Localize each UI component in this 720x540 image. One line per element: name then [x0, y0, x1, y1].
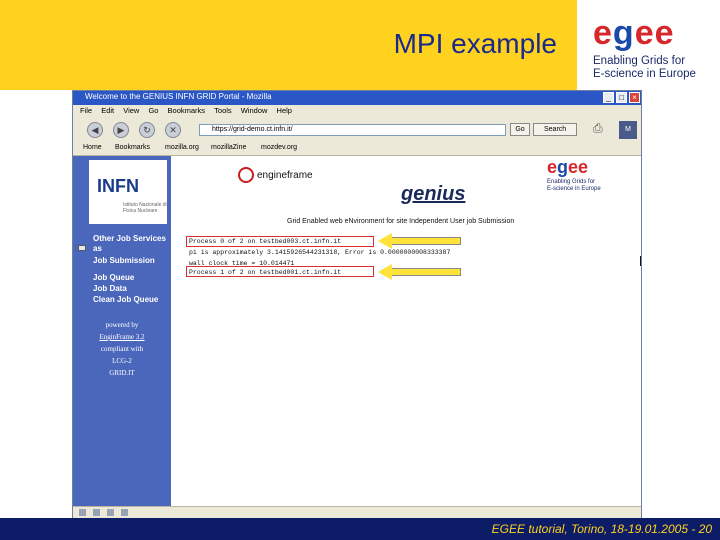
window-title: Welcome to the GENIUS INFN GRID Portal -…	[85, 92, 272, 101]
slide-footer: EGEE tutorial, Torino, 18-19.01.2005 - 2…	[0, 518, 720, 540]
highlight-box	[186, 266, 374, 277]
bookmark-home[interactable]: Home	[83, 144, 102, 151]
reload-icon[interactable]: ↻	[139, 122, 155, 138]
maximize-button[interactable]: □	[616, 92, 627, 103]
highlight-box	[186, 236, 374, 247]
menu-view[interactable]: View	[123, 105, 139, 117]
back-arrow-icon[interactable]: ◀	[87, 122, 103, 138]
menu-bar: File Edit View Go Bookmarks Tools Window…	[73, 105, 641, 117]
text-cursor	[640, 256, 641, 266]
menu-bookmarks[interactable]: Bookmarks	[168, 105, 206, 117]
bookmark-mozdev-org[interactable]: mozdev.org	[261, 144, 297, 151]
status-icon	[79, 509, 86, 516]
powered-by: powered by	[105, 321, 139, 329]
output-line: pi is approximately 3.1415926544231318, …	[189, 249, 451, 256]
genius-logo[interactable]: genius	[401, 183, 465, 206]
portal-subtitle: Grid Enabled web eNvironment for site In…	[287, 218, 515, 225]
go-button[interactable]: Go	[510, 123, 530, 136]
lcg2-label: LCG-2	[112, 357, 132, 365]
bookmark-mozillazine[interactable]: mozillaZine	[211, 144, 246, 151]
egee-tagline: Enabling Grids for E-science in Europe	[593, 55, 696, 80]
menu-other-job-services[interactable]: Other Job Services	[93, 234, 166, 243]
status-icon	[121, 509, 128, 516]
menu-edit[interactable]: Edit	[101, 105, 114, 117]
bookmarks-toolbar: Home Bookmarks mozilla.org mozillaZine m…	[73, 143, 641, 156]
enginframe-link[interactable]: EnginFrame 3.2	[73, 333, 171, 341]
status-bar	[73, 506, 641, 518]
menu-as[interactable]: as	[93, 244, 102, 253]
browser-window: Welcome to the GENIUS INFN GRID Portal -…	[72, 90, 642, 518]
search-button[interactable]: Search	[533, 123, 577, 136]
arrow-pointer	[391, 237, 461, 245]
enginframe-logo-text: engineframe	[257, 170, 313, 181]
menu-job-submission[interactable]: Job Submission	[93, 256, 155, 265]
slide-title: MPI example	[393, 28, 557, 59]
compliant-with: compliant with	[100, 345, 144, 353]
menu-file[interactable]: File	[80, 105, 92, 117]
status-icon	[93, 509, 100, 516]
mozilla-throbber-icon: M	[619, 121, 637, 139]
footer-text: EGEE tutorial, Torino, 18-19.01.2005 - 2…	[491, 522, 712, 536]
print-icon[interactable]: ⎙	[593, 121, 609, 137]
gridit-label: GRID.IT	[109, 369, 135, 377]
bookmark-bookmarks[interactable]: Bookmarks	[115, 144, 150, 151]
menu-go[interactable]: Go	[148, 105, 158, 117]
menu-job-queue[interactable]: Job Queue	[93, 273, 134, 282]
arrow-pointer	[391, 268, 461, 276]
enginframe-logo-icon	[238, 167, 254, 183]
status-icon	[107, 509, 114, 516]
menu-job-data[interactable]: Job Data	[93, 284, 127, 293]
url-input[interactable]: https://grid-demo.ct.infn.it/	[199, 124, 506, 136]
folder-icon	[78, 245, 86, 251]
portal-sidebar: INFN Istituto Nazionale di Fisica Nuclea…	[73, 156, 171, 506]
menu-help[interactable]: Help	[277, 105, 292, 117]
stop-icon[interactable]: ✕	[165, 122, 181, 138]
minimize-button[interactable]: _	[603, 92, 614, 103]
bookmark-mozilla-org[interactable]: mozilla.org	[165, 144, 199, 151]
arrow-pointer-head	[378, 233, 392, 249]
menu-window[interactable]: Window	[241, 105, 268, 117]
egee-logo: egee Enabling Grids for E-science in Eur…	[577, 0, 720, 90]
egee-small-logo: egee	[547, 157, 589, 177]
infn-logo: INFN Istituto Nazionale di Fisica Nuclea…	[89, 160, 167, 224]
menu-clean-job-queue[interactable]: Clean Job Queue	[93, 295, 158, 304]
navigation-toolbar: ◀ ▶ ↻ ✕ https://grid-demo.ct.infn.it/ Go…	[73, 117, 641, 144]
title-bar: Welcome to the GENIUS INFN GRID Portal -…	[73, 91, 641, 105]
close-button[interactable]: ×	[629, 92, 640, 103]
menu-tools[interactable]: Tools	[214, 105, 232, 117]
arrow-pointer-head	[378, 264, 392, 280]
egee-logo-word: egee	[593, 14, 675, 52]
forward-arrow-icon[interactable]: ▶	[113, 122, 129, 138]
egee-small-tagline: Enabling Grids for E-science in Europe	[547, 179, 601, 192]
